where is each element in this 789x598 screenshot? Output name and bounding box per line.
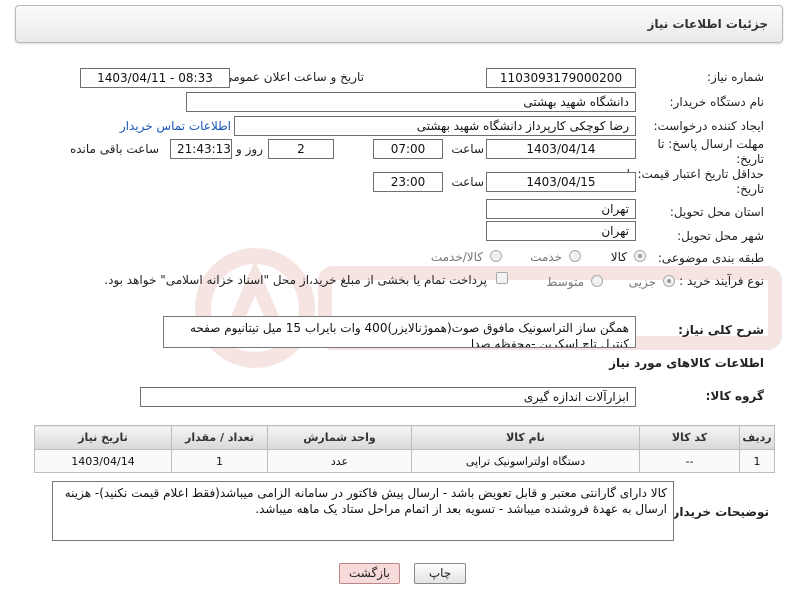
price-time-label: ساعت xyxy=(451,175,484,189)
goods-table: ردیف کد کالا نام کالا واحد شمارش تعداد /… xyxy=(34,425,775,473)
category-goods-service-radio[interactable] xyxy=(490,250,502,262)
purchase-medium-radio[interactable] xyxy=(591,275,603,287)
purchase-minor-radio[interactable] xyxy=(663,275,675,287)
price-time-field: 23:00 xyxy=(373,172,443,192)
column-header-index: ردیف xyxy=(739,425,775,450)
reply-deadline-label: مهلت ارسال پاسخ: تا xyxy=(657,137,764,151)
reply-time-field: 07:00 xyxy=(373,139,443,159)
days-label: روز و xyxy=(236,142,263,156)
buyer-notes-label: توضیحات خریدار: xyxy=(667,505,769,519)
purchase-medium-label: متوسط xyxy=(546,275,584,289)
city-field: تهران xyxy=(486,221,636,241)
column-header-date: تاریخ نیاز xyxy=(34,425,172,450)
buyer-notes-field: کالا دارای گارانتی معتبر و قابل تعویض با… xyxy=(52,481,674,541)
treasury-payment-checkbox[interactable] xyxy=(496,272,508,284)
purchase-minor-label: جزیی xyxy=(628,275,656,289)
buyer-org-label: نام دستگاه خریدار: xyxy=(669,95,765,109)
print-button[interactable]: چاپ xyxy=(414,563,466,584)
contact-info-link[interactable]: اطلاعات تماس خریدار xyxy=(120,119,231,133)
goods-section-title: اطلاعات کالاهای مورد نیاز xyxy=(609,356,764,370)
reply-date-field: 1403/04/14 xyxy=(486,139,636,159)
city-label: شهر محل تحویل: xyxy=(677,229,764,243)
column-header-unit: واحد شمارش xyxy=(267,425,412,450)
column-header-qty: تعداد / مقدار xyxy=(171,425,268,450)
goods-table-header: ردیف کد کالا نام کالا واحد شمارش تعداد /… xyxy=(34,425,775,450)
price-date-field: 1403/04/15 xyxy=(486,172,636,192)
cell-name: دستگاه اولتراسونیک تراپی xyxy=(411,449,640,473)
purchase-type-label: نوع فرآیند خرید : xyxy=(679,274,764,288)
remaining-time-field: 21:43:13 xyxy=(170,139,232,159)
back-button[interactable]: بازگشت xyxy=(339,563,400,584)
announce-field: 1403/04/11 - 08:33 xyxy=(80,68,230,88)
goods-group-label: گروه کالا: xyxy=(705,389,764,403)
table-row: 1 -- دستگاه اولتراسونیک تراپی عدد 1 1403… xyxy=(34,449,775,473)
cell-qty: 1 xyxy=(171,449,268,473)
buyer-org-field: دانشگاه شهید بهشتی xyxy=(186,92,636,112)
column-header-name: نام کالا xyxy=(411,425,640,450)
need-number-label: شماره نیاز: xyxy=(707,70,764,84)
treasury-payment-note: پرداخت تمام یا بخشی از مبلغ خرید،از محل … xyxy=(104,273,487,287)
category-service-label: خدمت xyxy=(530,250,562,264)
goods-group-field: ابزارآلات اندازه گیری xyxy=(140,387,636,407)
category-label: طبقه بندی موضوعی: xyxy=(657,251,764,265)
cell-index: 1 xyxy=(739,449,775,473)
days-field: 2 xyxy=(268,139,334,159)
category-service-radio[interactable] xyxy=(569,250,581,262)
column-header-code: کد کالا xyxy=(639,425,740,450)
page-title: جزئیات اطلاعات نیاز xyxy=(647,17,768,31)
price-validity-date-label: تاریخ: xyxy=(736,182,764,196)
description-field: همگن ساز التراسونیک مافوق صوت(هموژنالایز… xyxy=(163,316,636,348)
category-goods-service-label: کالا/خدمت xyxy=(430,250,483,264)
announce-label: تاریخ و ساعت اعلان عمومی: xyxy=(219,70,364,84)
remaining-time-label: ساعت باقی مانده xyxy=(69,142,159,156)
cell-unit: عدد xyxy=(267,449,412,473)
creator-field: رضا کوچکی کارپرداز دانشگاه شهید بهشتی xyxy=(234,116,636,136)
reply-time-label: ساعت xyxy=(451,142,484,156)
description-label: شرح کلی نیاز: xyxy=(678,323,764,337)
category-goods-label: کالا xyxy=(610,250,627,264)
need-number-field: 1103093179000200 xyxy=(486,68,636,88)
reply-deadline-date-label: تاریخ: xyxy=(736,152,764,166)
province-field: تهران xyxy=(486,199,636,219)
cell-date: 1403/04/14 xyxy=(34,449,172,473)
cell-code: -- xyxy=(639,449,740,473)
creator-label: ایجاد کننده درخواست: xyxy=(653,119,764,133)
panel-header: جزئیات اطلاعات نیاز xyxy=(15,5,783,43)
category-goods-radio[interactable] xyxy=(634,250,646,262)
province-label: استان محل تحویل: xyxy=(669,205,764,219)
price-validity-label: حداقل تاریخ اعتبار قیمت: تا xyxy=(626,167,764,181)
